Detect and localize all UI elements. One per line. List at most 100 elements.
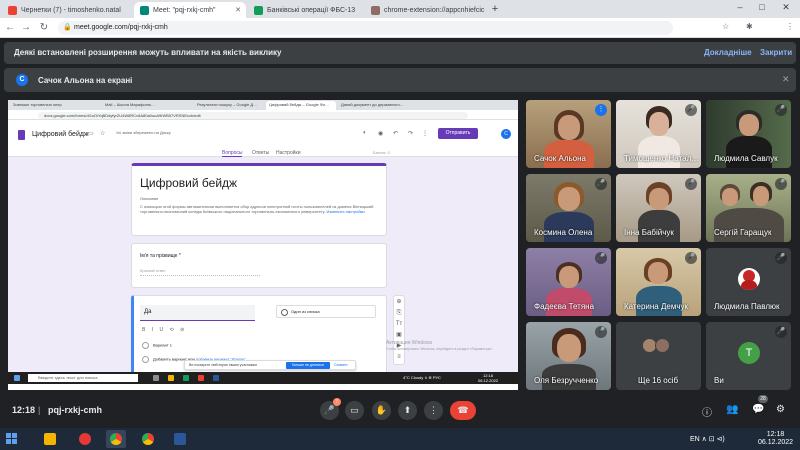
windows-start-icon[interactable] [6, 433, 18, 445]
participant-tile[interactable]: 🎤 Сергій Гаращук [706, 174, 791, 242]
chrome-taskbar-icon[interactable] [106, 430, 126, 448]
form-description-label: Описание [140, 196, 159, 201]
body [544, 212, 594, 242]
meeting-code: pqj-rxkj-cmh [48, 405, 103, 415]
forms-icon [18, 130, 25, 140]
extension-icon [371, 5, 380, 15]
settings-icon: ⋮ [422, 131, 428, 137]
avatar-photo-body [741, 280, 757, 290]
form-description: С помощью этой формы автоматически выпол… [140, 204, 374, 214]
minimize-button[interactable]: – [730, 2, 750, 12]
taskbar-clock: 12:18 06.12.2022 [478, 373, 499, 383]
start-pane [12, 433, 17, 438]
question-title: Ім'я та прізвище * [140, 253, 181, 259]
present-button[interactable]: ⬆ [398, 401, 417, 420]
clock-time: 12:18 [766, 431, 785, 438]
points-label: Баллы: 0 [373, 150, 390, 155]
url-bar[interactable]: 🔒 meet.google.com/pqj-rxkj-cmh [58, 21, 673, 35]
option-1: Вариант 1 [142, 342, 172, 349]
face [558, 115, 580, 140]
participant-tile[interactable]: ⋮ Сачок Альона [526, 100, 611, 168]
raise-hand-button[interactable]: ✋ [372, 401, 391, 420]
participant-name: Фадеєва Тетяна [534, 302, 595, 311]
browser-tab-extension[interactable]: chrome-extension://appcnhiefcic [365, 2, 487, 18]
chrome-taskbar-icon-2[interactable] [138, 430, 158, 448]
avatar: T [738, 342, 760, 364]
system-tray[interactable]: EN ∧ ⊡ ⊲) [690, 435, 725, 443]
chat-icon[interactable]: 💬 [752, 404, 764, 415]
browser-tab-meet[interactable]: Meet: "pqj-rxkj-cmh" ✕ [134, 2, 246, 18]
close-tab-icon[interactable]: ✕ [235, 6, 241, 14]
participant-tile[interactable]: 🎤 Тимошенко Натал… [616, 100, 701, 168]
notice-details-link[interactable]: Докладніше [704, 48, 752, 57]
folder-icon: ▭ [88, 131, 94, 137]
mic-off-icon: 🎤 [595, 326, 607, 338]
participant-tile[interactable]: 🎤 Інна Бабійчук [616, 174, 701, 242]
bookmark-star-icon[interactable]: ☆ [722, 22, 729, 31]
windows-activation-watermark: Активация Windows Чтобы активировать Win… [386, 340, 494, 351]
participant-tile[interactable]: 🎤 Катерина Демчук [616, 248, 701, 316]
forward-button[interactable]: → [20, 22, 32, 33]
shared-tab: Mail – Школа Марафоню… [105, 102, 155, 107]
mic-warning-badge: ! [333, 398, 341, 406]
close-icon[interactable]: ✕ [782, 74, 790, 85]
participant-name: Ви [714, 376, 724, 385]
mic-off-icon: 🎤 [775, 252, 787, 264]
tab-settings: Настройки [276, 150, 301, 156]
reload-button[interactable]: ↻ [38, 22, 50, 33]
participant-tile[interactable]: 🎤 Людмила Павлюк [706, 248, 791, 316]
form-title: Цифровий бейдж [140, 176, 238, 190]
new-tab-button[interactable]: + [489, 3, 501, 15]
presenting-text: Сачок Альона на екрані [38, 76, 133, 85]
form-title-card: Цифровий бейдж Описание С помощью этой ф… [131, 163, 387, 236]
camera-button[interactable]: ▭ [345, 401, 364, 420]
clock-date: 06.12.2022 [758, 439, 794, 446]
more-options-button[interactable]: ⋮ [424, 401, 443, 420]
mic-off-icon: 🎤 [685, 252, 697, 264]
extensions-icon[interactable]: ✱ [746, 22, 753, 31]
folder-icon [44, 433, 56, 445]
body [636, 286, 682, 316]
gmail-icon [8, 5, 17, 15]
participant-tile[interactable]: 🎤 Оля Безручченко [526, 322, 611, 390]
end-call-button[interactable]: ☎ [450, 401, 476, 420]
body [638, 210, 680, 242]
question-input: Да [140, 305, 255, 321]
preview-icon: ◉ [378, 131, 384, 137]
participant-tile[interactable]: 🎤 Людмила Савлук [706, 100, 791, 168]
taskbar-tray: 4°C Cloudy ∧ ⊕ РУС [403, 375, 441, 380]
maximize-button[interactable]: □ [752, 2, 772, 12]
participant-tile-self[interactable]: T 🎤 Ви [706, 322, 791, 390]
face [557, 334, 581, 362]
mic-off-icon: 🎤 [775, 178, 787, 190]
word-taskbar-icon[interactable] [170, 430, 190, 448]
shared-taskbar: Введите здесь текст для поиска 4°C Cloud… [8, 372, 518, 384]
explorer-taskbar-icon[interactable] [40, 430, 60, 448]
avatar [655, 338, 670, 353]
meeting-info-icon[interactable]: ⓘ [702, 404, 712, 419]
browser-menu-icon[interactable]: ⋮ [786, 22, 794, 31]
face [649, 112, 669, 136]
close-window-button[interactable]: ✕ [776, 2, 796, 13]
participant-tile[interactable]: 🎤 Космина Олена [526, 174, 611, 242]
mic-off-icon: 🎤 [595, 252, 607, 264]
mic-off-icon: 🎤 [775, 326, 787, 338]
participant-name: Сергій Гаращук [714, 228, 772, 237]
app-taskbar-icon[interactable] [75, 430, 95, 448]
activities-icon[interactable]: ⚙ [776, 404, 785, 415]
presenting-bar: С Сачок Альона на екрані ✕ [4, 68, 796, 92]
system-clock[interactable]: 12:18 06.12.2022 [758, 431, 793, 447]
participant-name: Сачок Альона [534, 154, 586, 163]
back-button[interactable]: ← [4, 22, 16, 33]
shared-tab: Даний документ до державного… [341, 102, 404, 107]
participant-tile[interactable]: 🎤 Фадеєва Тетяна [526, 248, 611, 316]
people-icon[interactable]: 👥 [726, 404, 738, 415]
lock-icon: 🔒 [63, 24, 72, 31]
tab-label: Чернетки (7) - timoshenko.natal [21, 6, 121, 14]
redo-icon: ↷ [408, 131, 414, 137]
browser-tab-bank[interactable]: Банківські операції ФБС-13 [248, 2, 363, 18]
browser-tab-gmail[interactable]: Чернетки (7) - timoshenko.natal [2, 2, 132, 18]
notice-close-link[interactable]: Закрити [760, 48, 792, 57]
participant-tile-more[interactable]: Ще 16 осіб [616, 322, 701, 390]
browser-tabstrip: Чернетки (7) - timoshenko.natal Meet: "p… [0, 0, 800, 18]
